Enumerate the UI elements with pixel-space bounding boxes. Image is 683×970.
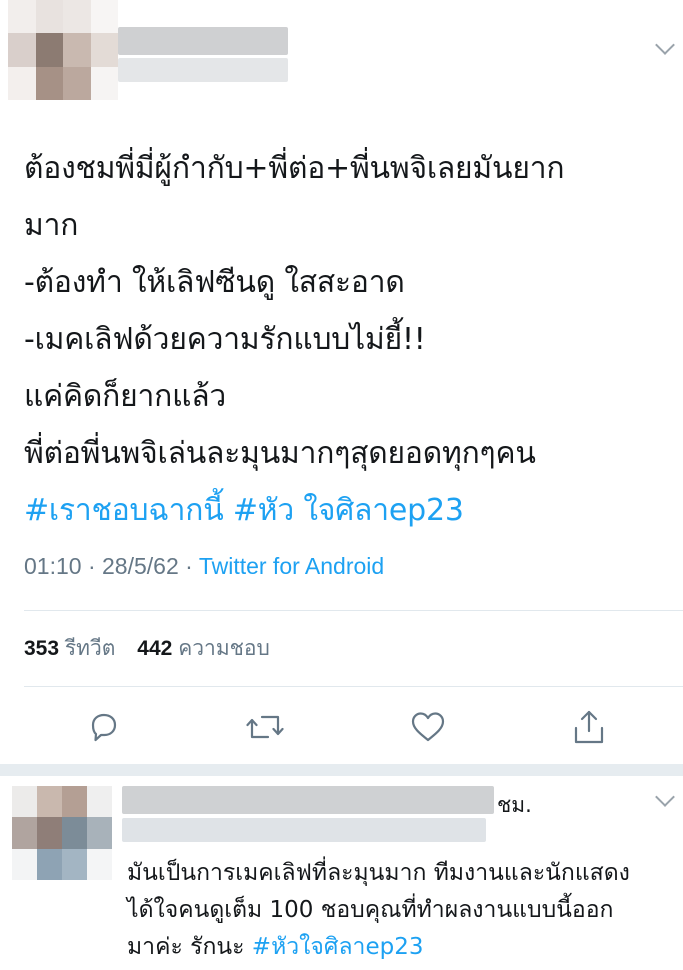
retweet-icon: [246, 715, 284, 739]
retweet-button[interactable]: [243, 705, 287, 749]
separator: ·: [87, 553, 96, 579]
tweet-line: -ต้องทำ ให้เลิฟซีนดู ใสสะอาด: [24, 265, 405, 300]
divider: [24, 686, 683, 687]
reply-icon: [91, 713, 117, 742]
tweet-time[interactable]: 01:10: [24, 553, 82, 579]
chevron-down-icon[interactable]: [655, 35, 675, 55]
tweet-metadata: 01:10 · 28/5/62 · Twitter for Android: [24, 553, 384, 580]
chevron-down-icon[interactable]: [655, 787, 675, 807]
reply-button[interactable]: [82, 705, 126, 749]
heart-icon: [411, 712, 445, 742]
action-bar: [0, 705, 683, 749]
tweet-line: -เมคเลิฟด้วยความรักแบบไม่ยี้!!: [24, 322, 426, 357]
divider: [24, 610, 683, 611]
tweet-line: ต้องชมพี่มี่ผู้กำกับ+พี่ต่อ+พี่นพจิเลยมั…: [24, 151, 565, 186]
hashtag-link[interactable]: #หัว ใจศิลาep23: [233, 493, 464, 528]
retweet-count[interactable]: 353: [24, 637, 59, 660]
reply-line-text: มาค่ะ รักนะ: [127, 934, 252, 960]
tweet-line: มาก: [24, 208, 79, 243]
reply-timestamp[interactable]: ชม.: [497, 789, 532, 822]
reply-line: ได้ใจคนดูเต็ม 100 ชอบคุณที่ทำผลงานแบบนี้…: [127, 897, 614, 923]
section-divider: [0, 764, 683, 776]
reply-line: มาค่ะ รักนะ #หัวใจศิลาep23: [127, 929, 677, 966]
tweet-source-link[interactable]: Twitter for Android: [199, 553, 384, 579]
reply-display-name-redacted[interactable]: [122, 786, 494, 814]
reply-line: มันเป็นการเมคเลิฟที่ละมุนมาก ทีมงานและนั…: [127, 860, 630, 886]
retweet-label[interactable]: รีทวีต: [65, 637, 116, 660]
display-name-redacted[interactable]: [118, 27, 288, 55]
like-label[interactable]: ความชอบ: [178, 637, 270, 660]
separator: ·: [185, 553, 193, 579]
avatar[interactable]: [8, 0, 118, 100]
tweet-text: ต้องชมพี่มี่ผู้กำกับ+พี่ต่อ+พี่นพจิเลยมั…: [24, 140, 674, 539]
tweet-stats: 353 รีทวีต 442 ความชอบ: [24, 632, 286, 665]
share-button[interactable]: [567, 705, 611, 749]
tweet-line: แค่คิดก็ยากแล้ว: [24, 379, 227, 414]
hashtag-line: #เราชอบฉากนี้ #หัว ใจศิลาep23: [24, 482, 674, 539]
like-button[interactable]: [406, 705, 450, 749]
hashtag-link[interactable]: #หัวใจศิลาep23: [252, 934, 424, 960]
tweet-line: พี่ต่อพี่นพจิเล่นละมุนมากๆสุดยอดทุกๆคน: [24, 436, 536, 471]
handle-redacted[interactable]: [118, 58, 288, 82]
reply-avatar[interactable]: [12, 786, 112, 880]
reply-text: มันเป็นการเมคเลิฟที่ละมุนมาก ทีมงานและนั…: [127, 855, 677, 966]
tweet-date[interactable]: 28/5/62: [102, 553, 179, 579]
reply-handle-redacted[interactable]: [122, 818, 486, 842]
hashtag-link[interactable]: #เราชอบฉากนี้: [24, 493, 224, 528]
like-count[interactable]: 442: [137, 637, 172, 660]
share-icon: [574, 710, 604, 744]
